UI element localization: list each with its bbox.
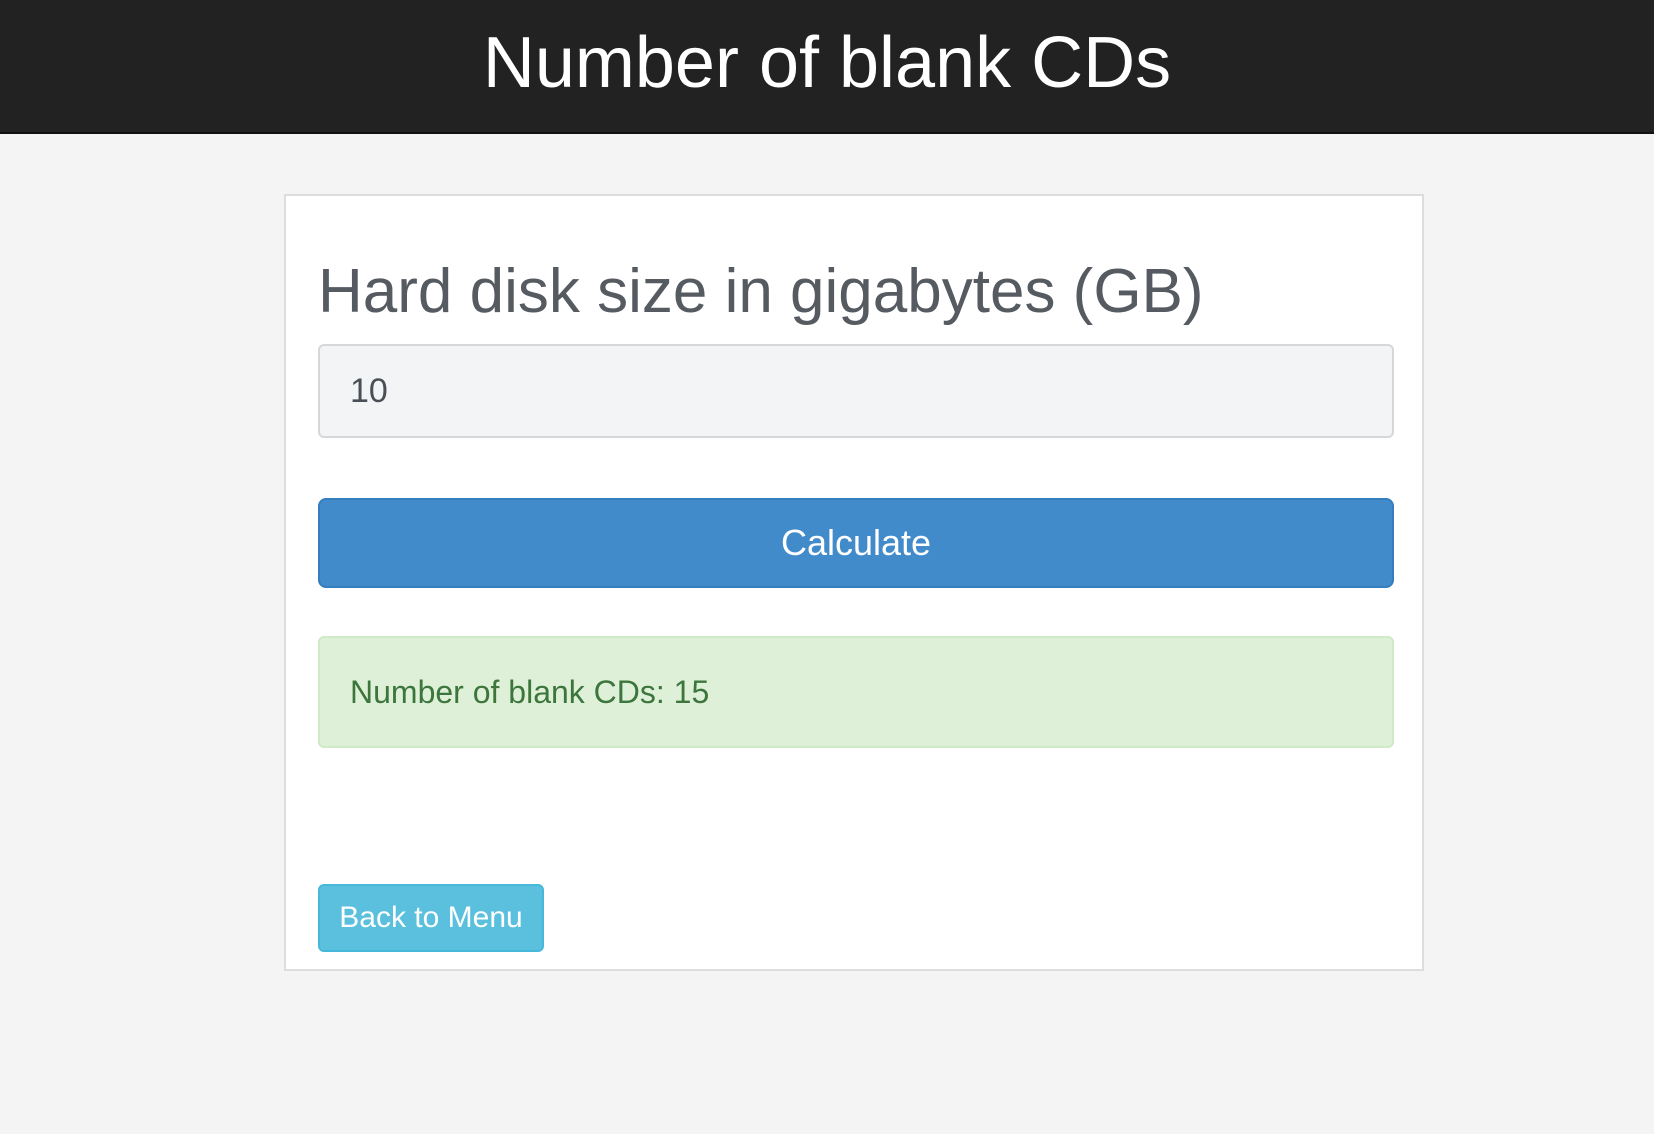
hard-disk-size-label: Hard disk size in gigabytes (GB): [318, 257, 1204, 326]
back-to-menu-button[interactable]: Back to Menu: [318, 884, 544, 952]
calculator-card: Hard disk size in gigabytes (GB) Calcula…: [284, 194, 1424, 971]
result-text: Number of blank CDs: 15: [350, 673, 710, 710]
calculate-button[interactable]: Calculate: [318, 498, 1394, 588]
top-header: Number of blank CDs: [0, 0, 1654, 134]
result-alert: Number of blank CDs: 15: [318, 636, 1394, 748]
hard-disk-size-input[interactable]: [318, 344, 1394, 438]
page-title: Number of blank CDs: [482, 23, 1172, 103]
